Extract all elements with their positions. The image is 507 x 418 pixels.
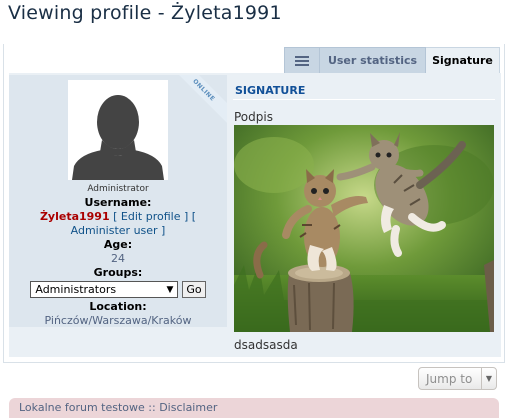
username-link[interactable]: Żyleta1991 (40, 210, 110, 223)
signature-footer-text: dsadsasda (234, 338, 298, 352)
administer-user-link[interactable]: Administer user ] (9, 224, 227, 238)
dropdown-arrow-icon: ▼ (166, 285, 174, 295)
tab-signature[interactable]: Signature (426, 47, 500, 73)
page-title: Viewing profile - Żyleta1991 (8, 2, 282, 24)
user-info-column: ONLINE Administrator Username: Żyleta199… (9, 75, 227, 327)
jump-to-button[interactable]: Jump to ▼ (418, 367, 497, 390)
username-label: Username: (84, 196, 152, 209)
footer-text: Lokalne forum testowe :: Disclaimer (19, 401, 218, 414)
user-rank: Administrator (87, 184, 149, 194)
jump-to-label: Jump to (426, 371, 473, 386)
default-avatar-icon (68, 80, 168, 180)
groups-select[interactable]: Administrators ▼ (30, 281, 179, 298)
online-badge: ONLINE (167, 75, 227, 127)
signature-heading: SIGNATURE (235, 84, 306, 97)
edit-profile-link[interactable]: [ Edit profile ] [ (113, 210, 196, 223)
age-label: Age: (103, 238, 133, 251)
kittens-image-icon (234, 125, 494, 332)
divider (233, 99, 495, 100)
menu-icon (295, 55, 309, 66)
age-value: 24 (111, 252, 125, 265)
user-details: Administrator Username: Żyleta1991 [ Edi… (9, 182, 227, 327)
footer-navbar: Lokalne forum testowe :: Disclaimer (9, 398, 499, 418)
avatar (68, 80, 168, 180)
chevron-down-icon: ▼ (481, 368, 496, 389)
location-value: Pińczów/Warszawa/Kraków (44, 314, 192, 327)
profile-tabs: User statistics Signature (284, 47, 500, 73)
groups-label: Groups: (93, 266, 143, 279)
go-button[interactable]: Go (182, 281, 206, 298)
signature-text: Podpis (234, 110, 273, 124)
tab-menu[interactable] (284, 47, 320, 73)
location-label: Location: (89, 300, 147, 313)
tab-user-statistics[interactable]: User statistics (320, 47, 426, 73)
groups-select-value: Administrators (35, 283, 117, 296)
signature-image (234, 125, 494, 332)
